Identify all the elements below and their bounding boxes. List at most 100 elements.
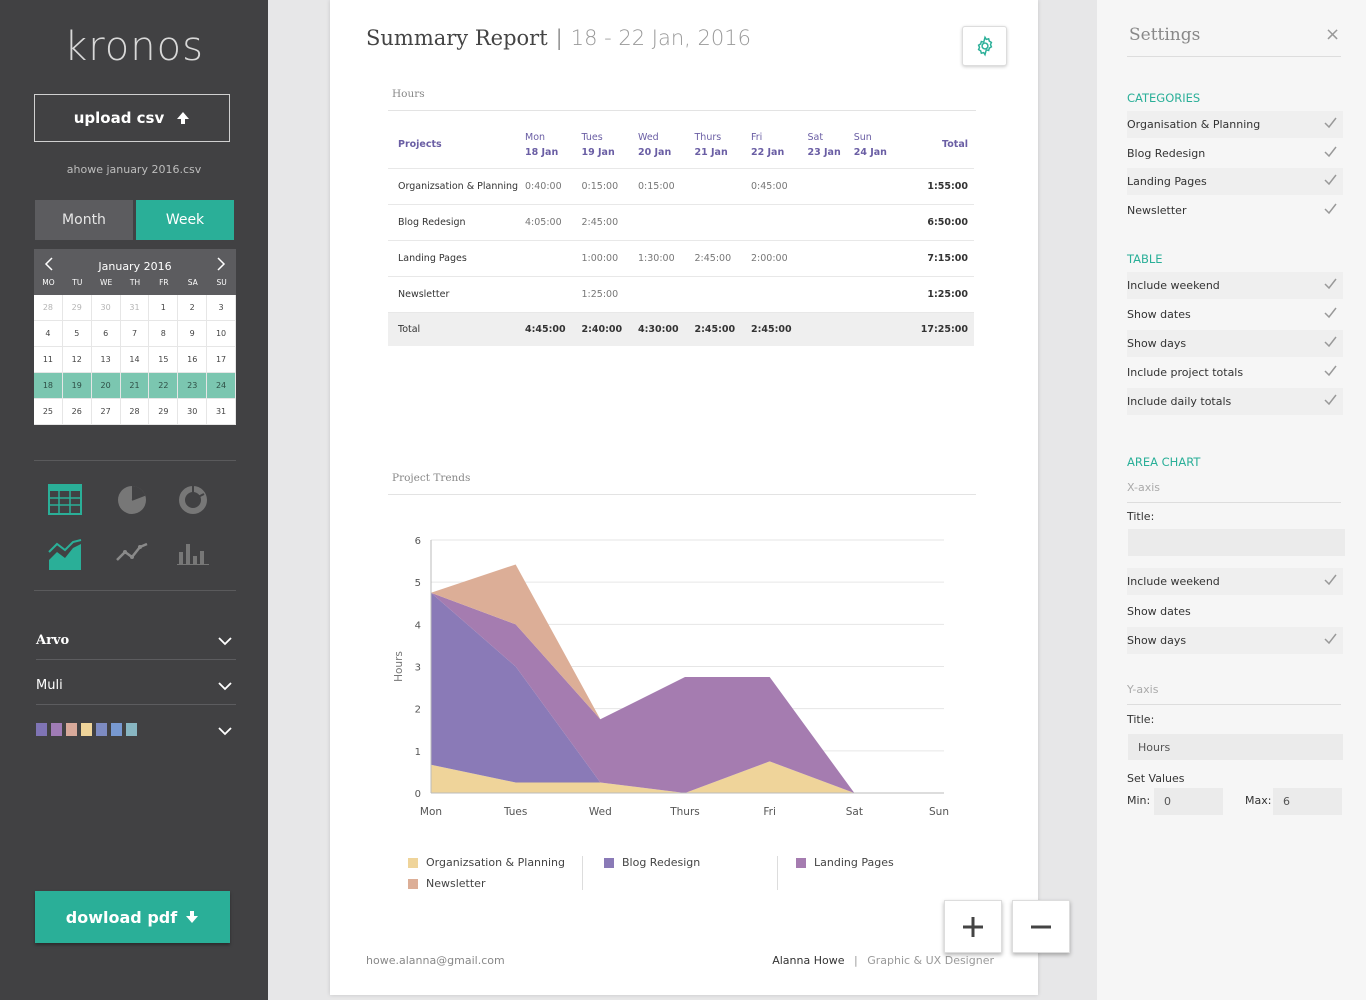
calendar-day[interactable]: 29 — [62, 295, 92, 321]
area-chart-icon[interactable] — [48, 538, 82, 572]
project-name: Organizsation & Planning — [388, 167, 525, 204]
setting-option[interactable]: Newsletter — [1127, 197, 1343, 224]
calendar-day[interactable]: 31 — [120, 295, 150, 321]
calendar-day[interactable]: 28 — [120, 399, 150, 425]
calendar-day[interactable]: 8 — [149, 321, 179, 347]
calendar-day[interactable]: 25 — [34, 399, 63, 425]
setting-option[interactable]: Include project totals — [1127, 359, 1343, 386]
legend-item: Blog Redesign — [604, 856, 700, 869]
project-name: Blog Redesign — [388, 203, 525, 240]
table-chart-icon[interactable] — [48, 483, 82, 517]
calendar-day[interactable]: 11 — [34, 347, 63, 373]
setting-option[interactable]: Show days — [1127, 330, 1343, 357]
calendar-day[interactable]: 30 — [178, 399, 208, 425]
setting-option[interactable]: Landing Pages — [1127, 168, 1343, 195]
calendar-day[interactable]: 6 — [91, 321, 121, 347]
calendar-day[interactable]: 15 — [149, 347, 179, 373]
calendar-day[interactable]: 23 — [178, 373, 208, 399]
donut-chart-icon[interactable] — [176, 483, 210, 517]
upload-csv-button[interactable]: upload csv — [34, 94, 230, 142]
calendar-day[interactable]: 1 — [149, 295, 179, 321]
settings-button[interactable] — [962, 26, 1007, 66]
day-date: 24 Jan — [853, 146, 887, 158]
calendar: January 2016 MO TU WE TH FR SA SU 28 29 30 31 1 2 3 4… — [34, 249, 236, 425]
calendar-day[interactable]: 10 — [207, 321, 236, 347]
calendar-day[interactable]: 12 — [62, 347, 92, 373]
calendar-weekdays: MO TU WE TH FR SA SU — [34, 278, 236, 287]
calendar-day[interactable]: 3 — [207, 295, 236, 321]
month-view-button[interactable]: Month — [35, 200, 133, 240]
calendar-day[interactable]: 17 — [207, 347, 236, 373]
calendar-day[interactable]: 21 — [120, 373, 150, 399]
legend-swatch — [604, 857, 614, 868]
hours-cell — [694, 275, 751, 312]
zoom-out-button[interactable] — [1012, 900, 1070, 953]
day-header: Fri 22 Jan — [751, 122, 808, 168]
week-view-button[interactable]: Week — [136, 200, 234, 240]
calendar-day[interactable]: 27 — [91, 399, 121, 425]
x-axis-title-input[interactable] — [1128, 529, 1345, 556]
color-swatch — [66, 722, 77, 736]
legend-swatch — [408, 857, 418, 868]
y-max-input[interactable]: 6 — [1273, 788, 1342, 815]
table-row: Newsletter 1:25:00 1:25:00 — [388, 275, 974, 312]
calendar-day[interactable]: 4 — [34, 321, 63, 347]
color-palette-dropdown[interactable] — [36, 712, 236, 750]
y-axis-title-input[interactable]: Hours — [1128, 734, 1343, 760]
calendar-day[interactable]: 16 — [178, 347, 208, 373]
hours-cell: 4:30:00 — [638, 311, 695, 346]
setting-option[interactable]: Include weekend — [1127, 272, 1343, 299]
legend-item: Landing Pages — [796, 856, 894, 869]
setting-label: Landing Pages — [1127, 175, 1207, 188]
divider — [1127, 704, 1341, 705]
weekday-label: MO — [42, 278, 55, 287]
calendar-day[interactable]: 26 — [62, 399, 92, 425]
download-pdf-button[interactable]: dowload pdf — [35, 891, 230, 943]
projects-header: Projects — [398, 139, 442, 151]
close-icon[interactable]: × — [1325, 24, 1340, 45]
calendar-day[interactable]: 9 — [178, 321, 208, 347]
calendar-day[interactable]: 24 — [207, 373, 236, 399]
setting-option[interactable]: Include daily totals — [1127, 388, 1343, 415]
y-axis-label: Hours — [393, 651, 405, 682]
hours-cell: 2:45:00 — [581, 203, 638, 240]
calendar-day[interactable]: 28 — [34, 295, 63, 321]
calendar-day[interactable]: 22 — [149, 373, 179, 399]
calendar-day[interactable]: 18 — [34, 373, 63, 399]
setting-option[interactable]: Include weekend — [1127, 568, 1343, 595]
setting-option[interactable]: Blog Redesign — [1127, 140, 1343, 167]
calendar-day[interactable]: 14 — [120, 347, 150, 373]
setting-option[interactable]: Show dates — [1127, 301, 1343, 328]
set-values-label: Set Values — [1127, 772, 1185, 785]
calendar-day[interactable]: 31 — [207, 399, 236, 425]
setting-label: Show days — [1127, 337, 1187, 350]
calendar-day[interactable]: 5 — [62, 321, 92, 347]
calendar-grid: 28 29 30 31 1 2 3 4 5 6 7 8 9 10 11 12 13 14 15 16 17 18 19 20 2… — [34, 295, 236, 425]
calendar-day[interactable]: 13 — [91, 347, 121, 373]
hours-cell: 1:25:00 — [581, 275, 638, 312]
setting-option[interactable]: Show days — [1127, 627, 1343, 654]
calendar-day[interactable]: 29 — [149, 399, 179, 425]
arrow-down-icon — [186, 911, 199, 923]
color-palette-swatches — [36, 722, 141, 740]
calendar-day[interactable]: 2 — [178, 295, 208, 321]
chevron-right-icon[interactable] — [216, 257, 226, 275]
project-name: Newsletter — [388, 275, 525, 312]
day-date: 21 Jan — [694, 146, 728, 158]
heading-font-dropdown[interactable]: Arvo — [36, 622, 236, 660]
calendar-day[interactable]: 7 — [120, 321, 150, 347]
pie-chart-icon[interactable] — [115, 483, 149, 517]
zoom-in-button[interactable] — [944, 900, 1002, 953]
calendar-day[interactable]: 20 — [91, 373, 121, 399]
divider — [388, 494, 976, 495]
day-date: 20 Jan — [638, 146, 672, 158]
hours-cell — [694, 167, 751, 204]
setting-option[interactable]: Show dates — [1127, 598, 1343, 625]
bar-chart-icon[interactable] — [176, 538, 210, 572]
line-chart-icon[interactable] — [115, 538, 149, 572]
body-font-dropdown[interactable]: Muli — [36, 667, 236, 705]
calendar-day[interactable]: 19 — [62, 373, 92, 399]
y-min-input[interactable]: 0 — [1154, 788, 1223, 815]
setting-option[interactable]: Organisation & Planning — [1127, 111, 1343, 138]
calendar-day[interactable]: 30 — [91, 295, 121, 321]
